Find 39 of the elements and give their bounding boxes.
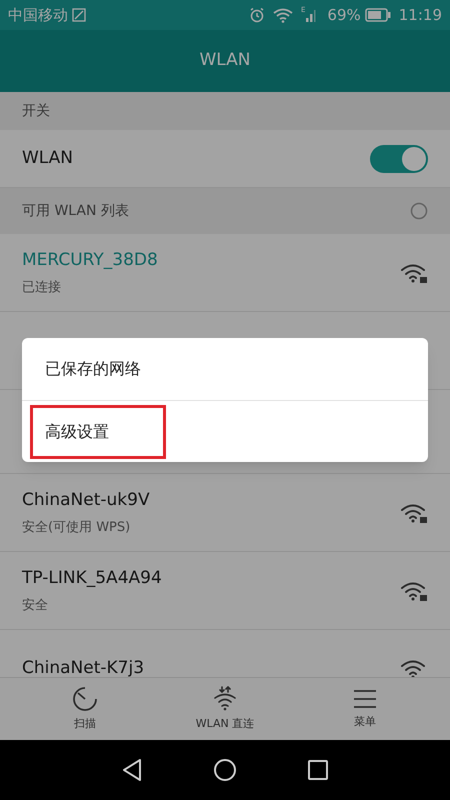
- wifi-arrows-icon: [212, 686, 238, 712]
- menu-icon: [352, 688, 378, 710]
- network-status: 安全(可使用 WPS): [22, 518, 132, 536]
- network-row[interactable]: ChinaNet-K7j3: [0, 630, 450, 677]
- wlan-toggle[interactable]: [370, 144, 428, 172]
- network-status: 安全: [22, 596, 49, 614]
- network-status: 已连接: [22, 278, 62, 296]
- wifi-icon: [400, 658, 428, 677]
- network-name: ChinaNet-uk9V: [22, 489, 151, 512]
- loading-spinner-icon: [410, 202, 428, 220]
- wifi-lock-icon: [400, 262, 428, 284]
- wifi-lock-icon: [400, 580, 428, 602]
- network-row[interactable]: MERCURY_38D8 已连接: [0, 234, 450, 312]
- toolbar-button[interactable]: 菜单: [325, 688, 405, 730]
- toolbar-button[interactable]: 扫描: [45, 686, 125, 732]
- carrier-name: 中国移动: [8, 4, 68, 26]
- network-row[interactable]: TP-LINK_5A4A94 安全: [0, 552, 450, 630]
- clock: 11:19: [398, 4, 442, 26]
- back-icon[interactable]: [121, 758, 143, 782]
- battery-percent: 69%: [327, 4, 361, 26]
- page-title: WLAN: [199, 49, 251, 72]
- wlan-label: WLAN: [22, 146, 74, 170]
- network-row[interactable]: ChinaNet-uk9V 安全(可使用 WPS): [0, 474, 450, 552]
- gauge-icon: [72, 686, 98, 712]
- section-header: 开关: [22, 102, 50, 120]
- wifi-icon: [272, 7, 293, 23]
- image-icon: [72, 8, 86, 22]
- menu-item[interactable]: 高级设置: [30, 404, 166, 458]
- section-header: 可用 WLAN 列表: [22, 202, 130, 220]
- alarm-icon: [248, 7, 265, 23]
- recents-icon[interactable]: [307, 759, 329, 781]
- home-icon[interactable]: [213, 758, 237, 782]
- network-name: MERCURY_38D8: [22, 249, 159, 272]
- wifi-lock-icon: [400, 502, 428, 524]
- network-name: TP-LINK_5A4A94: [22, 567, 163, 590]
- menu-item[interactable]: 已保存的网络: [30, 342, 156, 396]
- network-name: ChinaNet-K7j3: [22, 656, 146, 677]
- toolbar-button[interactable]: WLAN 直连: [185, 686, 265, 732]
- battery-icon: [364, 8, 391, 22]
